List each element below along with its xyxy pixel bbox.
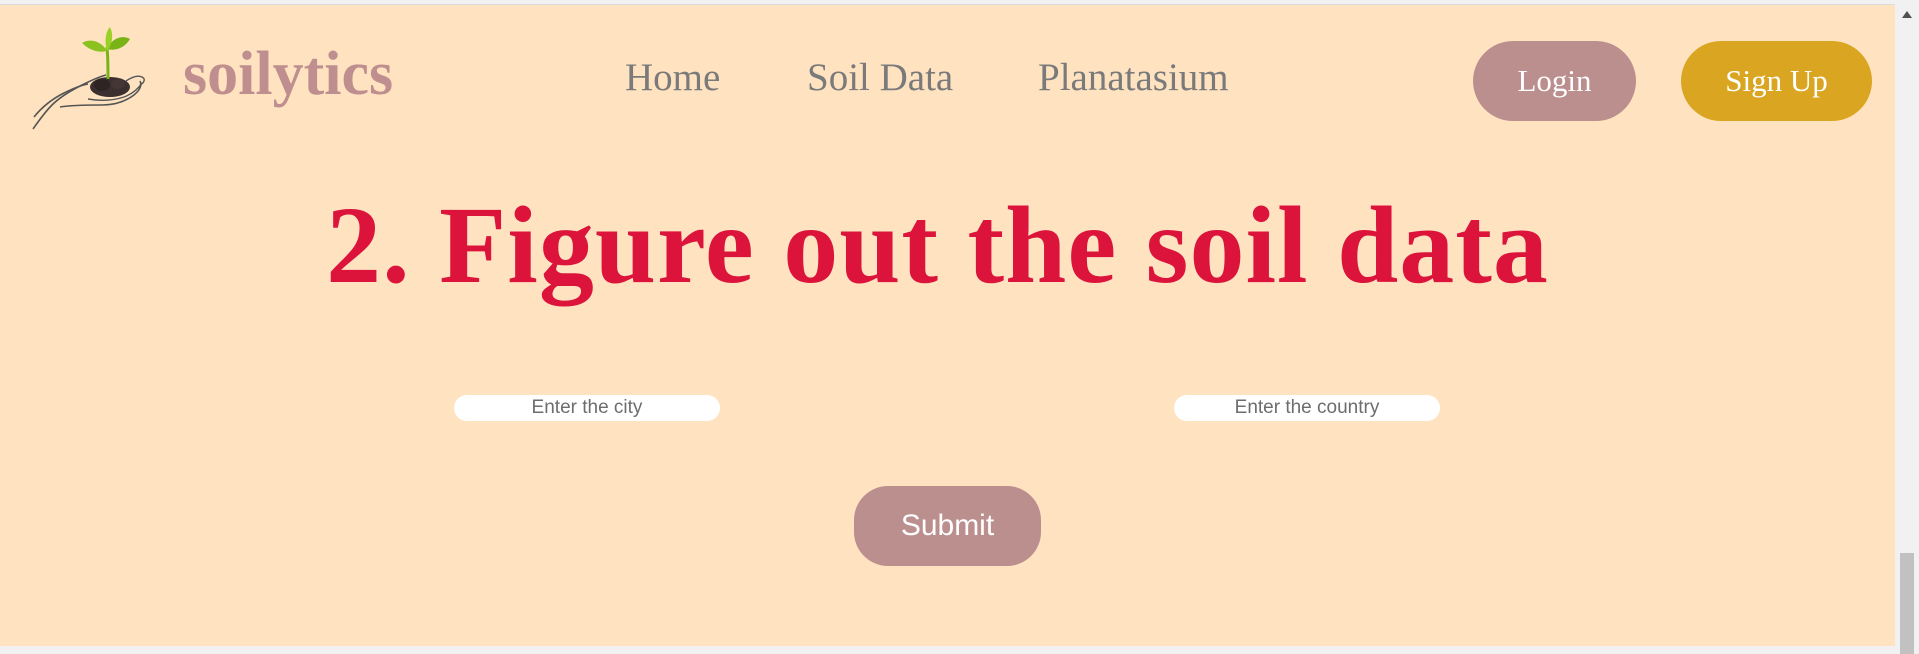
page: soilytics Home Soil Data Planatasium Log… [0,4,1895,647]
vertical-scrollbar[interactable] [1895,0,1919,654]
bottom-edge [0,646,1895,654]
hand-seedling-logo-icon[interactable] [30,21,148,133]
browser-viewport: soilytics Home Soil Data Planatasium Log… [0,0,1919,654]
submit-button[interactable]: Submit [854,486,1041,566]
nav-soil-data[interactable]: Soil Data [807,58,953,97]
nav-planatasium[interactable]: Planatasium [1038,58,1229,97]
scrollbar-thumb[interactable] [1900,553,1914,654]
scroll-up-arrow-icon[interactable] [1895,4,1919,24]
country-input[interactable] [1174,395,1440,421]
login-button[interactable]: Login [1473,41,1636,121]
page-title: 2. Figure out the soil data [0,190,1895,300]
signup-button[interactable]: Sign Up [1681,41,1872,121]
brand-name[interactable]: soilytics [183,43,393,105]
page-title-text: 2. Figure out the soil data [326,184,1549,306]
city-input[interactable] [454,395,720,421]
nav-home[interactable]: Home [625,58,720,97]
